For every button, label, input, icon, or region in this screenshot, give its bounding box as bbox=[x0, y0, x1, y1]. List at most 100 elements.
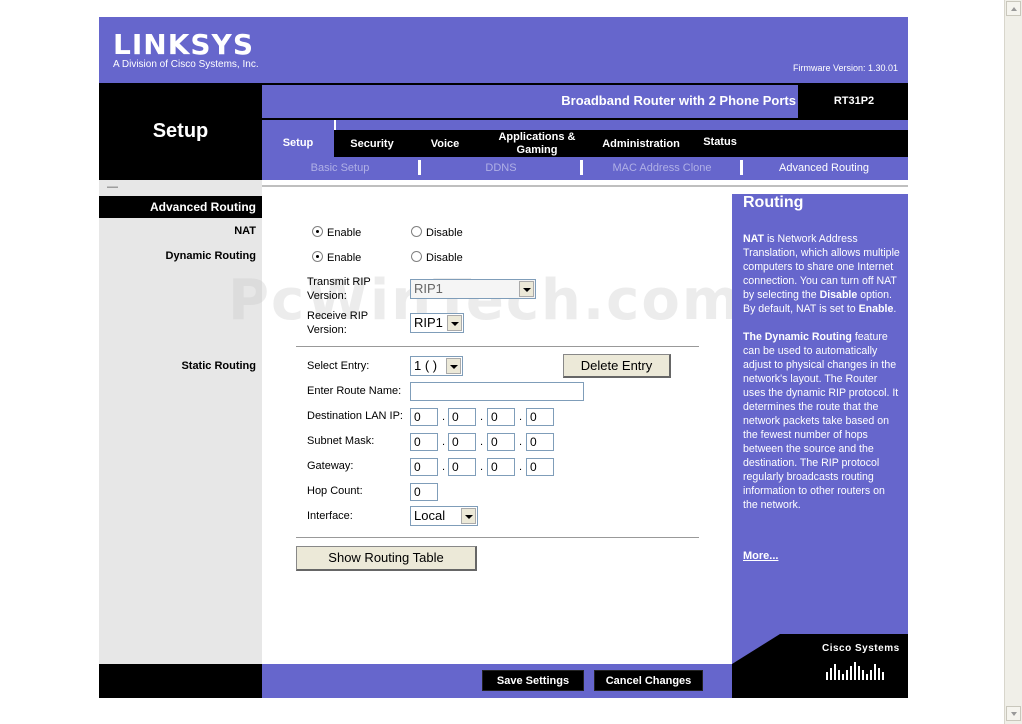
help-term-nat: NAT bbox=[743, 233, 764, 245]
help-nat-text-3: . bbox=[893, 303, 897, 315]
help-title: Routing bbox=[743, 194, 804, 211]
tab-security[interactable]: Security bbox=[336, 138, 408, 150]
delete-entry-button[interactable]: Delete Entry bbox=[563, 354, 671, 378]
save-settings-button[interactable]: Save Settings bbox=[482, 670, 584, 691]
tab-voice[interactable]: Voice bbox=[410, 138, 480, 150]
subtab-basic-setup[interactable]: Basic Setup bbox=[290, 162, 390, 174]
interface-select[interactable]: Local bbox=[410, 506, 478, 526]
watermark: PcWinTech.com bbox=[228, 268, 743, 333]
route-name-input[interactable] bbox=[410, 382, 584, 401]
tab-applications-gaming[interactable]: Applications & Gaming bbox=[494, 131, 580, 157]
dest-ip-octet-3[interactable]: 0 bbox=[487, 408, 515, 426]
subtab-separator bbox=[740, 160, 743, 175]
ip-dot: . bbox=[480, 461, 484, 473]
gateway-octet-4[interactable]: 0 bbox=[526, 458, 554, 476]
transmit-rip-select[interactable]: RIP1 bbox=[410, 279, 536, 299]
subnet-mask-label: Subnet Mask: bbox=[307, 435, 375, 447]
mask-octet-2[interactable]: 0 bbox=[448, 433, 476, 451]
section-divider bbox=[296, 346, 699, 347]
dynamic-disable-label: Disable bbox=[426, 252, 463, 264]
receive-rip-label-version: Version: bbox=[307, 324, 347, 336]
select-entry-value: 1 ( ) bbox=[414, 358, 438, 373]
ip-dot: . bbox=[442, 461, 446, 473]
dynamic-enable-radio[interactable] bbox=[312, 251, 323, 262]
sidebar-label-dynamic-routing: Dynamic Routing bbox=[165, 250, 256, 262]
product-name: Broadband Router with 2 Phone Ports bbox=[561, 93, 796, 108]
cisco-bars-icon bbox=[826, 662, 884, 680]
cisco-block-corner bbox=[732, 634, 780, 664]
gateway-label: Gateway: bbox=[307, 460, 354, 472]
gateway-octet-3[interactable]: 0 bbox=[487, 458, 515, 476]
dynamic-enable-label: Enable bbox=[327, 252, 362, 264]
section-title: Setup bbox=[152, 120, 209, 142]
help-term-dynamic-routing: The Dynamic Routing bbox=[743, 331, 852, 343]
help-more-link[interactable]: More... bbox=[743, 550, 778, 562]
receive-rip-select[interactable]: RIP1 bbox=[410, 313, 464, 333]
nat-enable-radio[interactable] bbox=[312, 226, 323, 237]
nat-disable-label: Disable bbox=[426, 227, 463, 239]
model-number: RT31P2 bbox=[833, 95, 875, 107]
scroll-up-arrow-icon[interactable] bbox=[1006, 1, 1021, 16]
subtab-ddns[interactable]: DDNS bbox=[456, 162, 546, 174]
tab-administration[interactable]: Administration bbox=[590, 138, 692, 150]
select-entry-select[interactable]: 1 ( ) bbox=[410, 356, 463, 376]
dynamic-disable-radio[interactable] bbox=[411, 251, 422, 262]
destination-lan-ip-label: Destination LAN IP: bbox=[307, 410, 403, 422]
sidebar-dash: — bbox=[107, 181, 118, 193]
nat-enable-label: Enable bbox=[327, 227, 362, 239]
hop-count-input[interactable]: 0 bbox=[410, 483, 438, 501]
gateway-octet-2[interactable]: 0 bbox=[448, 458, 476, 476]
help-text: NAT is Network Address Translation, whic… bbox=[743, 232, 901, 512]
help-dynamic-text: feature can be used to automatically adj… bbox=[743, 331, 899, 511]
help-term-disable: Disable bbox=[819, 289, 858, 301]
sidebar-label-static-routing: Static Routing bbox=[181, 360, 256, 372]
mask-octet-3[interactable]: 0 bbox=[487, 433, 515, 451]
ip-dot: . bbox=[519, 436, 523, 448]
transmit-rip-label: Transmit RIP bbox=[307, 276, 371, 288]
tab-strip-top bbox=[262, 120, 908, 130]
interface-value: Local bbox=[414, 508, 446, 523]
interface-label: Interface: bbox=[307, 510, 353, 522]
cisco-logo: Cisco Systems bbox=[822, 643, 900, 654]
chevron-down-icon bbox=[446, 358, 461, 374]
hop-count-label: Hop Count: bbox=[307, 485, 363, 497]
gateway-octet-1[interactable]: 0 bbox=[410, 458, 438, 476]
chevron-down-icon bbox=[461, 508, 476, 524]
ip-dot: . bbox=[442, 436, 446, 448]
dest-ip-octet-2[interactable]: 0 bbox=[448, 408, 476, 426]
chevron-down-icon bbox=[447, 315, 462, 331]
route-name-label: Enter Route Name: bbox=[307, 385, 402, 397]
dest-ip-octet-1[interactable]: 0 bbox=[410, 408, 438, 426]
footer-left-block bbox=[99, 664, 262, 698]
help-term-enable: Enable bbox=[858, 303, 894, 315]
dest-ip-octet-4[interactable]: 0 bbox=[526, 408, 554, 426]
subtab-separator bbox=[580, 160, 583, 175]
ip-dot: . bbox=[442, 411, 446, 423]
subtab-advanced-routing[interactable]: Advanced Routing bbox=[760, 162, 888, 174]
mask-octet-1[interactable]: 0 bbox=[410, 433, 438, 451]
nat-disable-radio[interactable] bbox=[411, 226, 422, 237]
scroll-down-arrow-icon[interactable] bbox=[1006, 706, 1021, 721]
sidebar-label-nat: NAT bbox=[234, 225, 256, 237]
page-scrollbar[interactable] bbox=[1004, 0, 1022, 724]
show-routing-table-button[interactable]: Show Routing Table bbox=[296, 546, 477, 571]
sidebar-heading: Advanced Routing bbox=[149, 200, 256, 214]
subtab-separator bbox=[418, 160, 421, 175]
cancel-changes-button[interactable]: Cancel Changes bbox=[594, 670, 703, 691]
ip-dot: . bbox=[519, 461, 523, 473]
ip-dot: . bbox=[519, 411, 523, 423]
chevron-down-icon bbox=[519, 281, 534, 297]
tab-status[interactable]: Status bbox=[694, 136, 746, 148]
linksys-logo: LINKSYS bbox=[113, 28, 254, 61]
tab-setup[interactable]: Setup bbox=[262, 130, 334, 157]
mask-octet-4[interactable]: 0 bbox=[526, 433, 554, 451]
divider bbox=[262, 185, 908, 187]
subtab-mac-address-clone[interactable]: MAC Address Clone bbox=[598, 162, 726, 174]
section-divider bbox=[296, 537, 699, 538]
transmit-rip-label-version: Version: bbox=[307, 290, 347, 302]
select-entry-label: Select Entry: bbox=[307, 360, 370, 372]
receive-rip-label: Receive RIP bbox=[307, 310, 369, 322]
receive-rip-value: RIP1 bbox=[414, 315, 443, 330]
transmit-rip-value: RIP1 bbox=[414, 281, 443, 296]
logo-subtitle: A Division of Cisco Systems, Inc. bbox=[113, 59, 259, 70]
